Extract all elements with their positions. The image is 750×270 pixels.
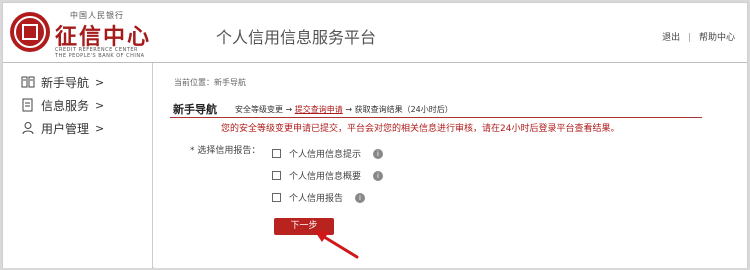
option-credit-summary[interactable]: 个人信用信息概要 i (272, 169, 384, 182)
step-arrow: → (342, 105, 355, 114)
logout-link[interactable]: 退出 (662, 33, 680, 43)
checkbox[interactable] (272, 149, 281, 158)
option-label: 个人信用信息概要 (289, 172, 362, 182)
option-credit-report[interactable]: 个人信用报告 i (272, 191, 366, 204)
sidebar-item-label: 信息服务 (41, 98, 90, 113)
top-links: 退出 | 帮助中心 (662, 30, 735, 43)
pointer-arrow-icon (314, 230, 359, 259)
sidebar: 新手导航 > 信息服务 > 用户管理 > (3, 63, 153, 268)
report-select-label: * 选择信用报告： (190, 146, 261, 156)
step-security-level: 安全等级变更 (235, 105, 283, 114)
guide-header: 新手导航 安全等级变更 → 提交查询申请 → 获取查询结果（24小时后） (170, 101, 702, 118)
platform-title: 个人信用信息服务平台 (216, 28, 377, 47)
info-icon[interactable]: i (355, 192, 366, 203)
header: 中国人民银行 征信中心 CREDIT REFERENCE CENTER THE … (3, 3, 747, 63)
checkbox[interactable] (272, 193, 281, 202)
step-get-result: 获取查询结果（24小时后） (354, 105, 453, 114)
help-center-link[interactable]: 帮助中心 (699, 33, 735, 43)
document-icon (21, 98, 35, 112)
chevron-right-icon: > (95, 121, 105, 135)
page-frame: 中国人民银行 征信中心 CREDIT REFERENCE CENTER THE … (2, 2, 748, 268)
sidebar-item-guide[interactable]: 新手导航 > (21, 72, 104, 92)
option-credit-hint[interactable]: 个人信用信息提示 i (272, 147, 384, 160)
sidebar-item-info-service[interactable]: 信息服务 > (21, 95, 104, 115)
info-icon[interactable]: i (373, 170, 384, 181)
notice-message: 您的安全等级变更申请已提交，平台会对您的相关信息进行审核，请在24小时后登录平台… (221, 124, 620, 134)
guide-title: 新手导航 (173, 103, 217, 116)
sidebar-item-label: 新手导航 (41, 75, 90, 90)
step-arrow: → (283, 105, 295, 114)
chevron-right-icon: > (95, 98, 105, 112)
link-separator: | (688, 33, 692, 43)
logo-english-line2: THE PEOPLE'S BANK OF CHINA (55, 53, 145, 59)
main-content: 当前位置：新手导航 新手导航 安全等级变更 → 提交查询申请 → 获取查询结果（… (154, 63, 747, 268)
breadcrumb: 当前位置：新手导航 (174, 78, 246, 87)
user-icon (21, 121, 35, 135)
sidebar-item-user-management[interactable]: 用户管理 > (21, 118, 104, 138)
logo-seal-icon (10, 12, 50, 52)
step-flow: 安全等级变更 → 提交查询申请 → 获取查询结果（24小时后） (235, 104, 453, 115)
info-icon[interactable]: i (373, 148, 384, 159)
option-label: 个人信用报告 (289, 194, 344, 204)
option-label: 个人信用信息提示 (289, 150, 362, 160)
sidebar-item-label: 用户管理 (41, 121, 90, 136)
checkbox[interactable] (272, 171, 281, 180)
chevron-right-icon: > (95, 75, 105, 89)
book-icon (21, 75, 35, 89)
step-submit-query[interactable]: 提交查询申请 (295, 105, 343, 114)
